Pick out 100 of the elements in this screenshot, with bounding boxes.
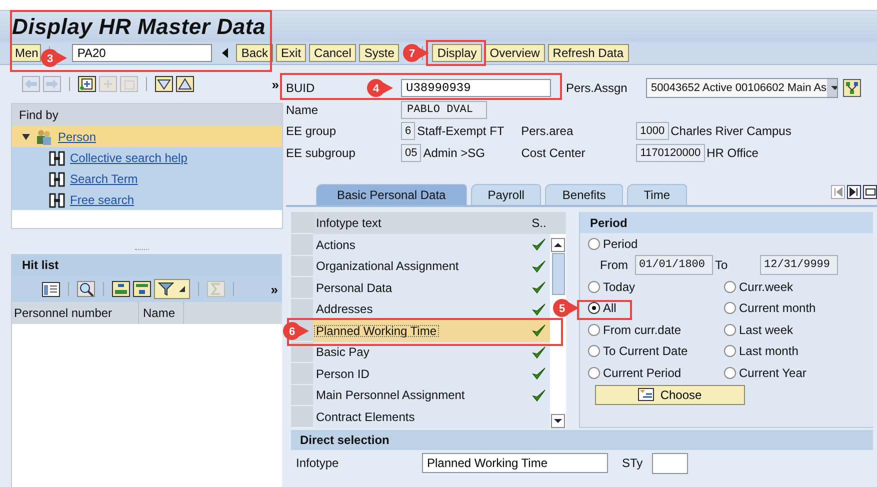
table-row[interactable]: Organizational Assignment	[291, 256, 550, 277]
org-structure-icon[interactable]	[843, 79, 861, 97]
scroll-down-icon[interactable]	[551, 414, 565, 428]
highlight-frame	[426, 40, 486, 66]
tab-list-icon[interactable]	[863, 185, 877, 199]
tree-item[interactable]: Person	[12, 126, 282, 147]
radio-label[interactable]: To Current Date	[603, 344, 688, 358]
field-label: Cost Center	[521, 146, 586, 160]
radio-label[interactable]: All	[603, 301, 616, 316]
date-field[interactable]: 01/01/1800	[635, 255, 713, 276]
last-tab-icon[interactable]	[847, 185, 861, 199]
toolbar-button[interactable]: Cancel	[309, 44, 356, 62]
sort-descending-icon[interactable]	[133, 281, 151, 297]
table-row[interactable]: Basic Pay	[291, 342, 550, 363]
toolbar-button[interactable]: Exit	[276, 44, 306, 62]
tree-item[interactable]: Free search	[12, 189, 282, 210]
radio-button[interactable]	[724, 324, 736, 336]
forward-arrow-icon[interactable]	[43, 76, 61, 92]
collapse-up-icon[interactable]	[176, 76, 194, 92]
toolbar-button[interactable]: Overview	[484, 44, 545, 62]
command-field[interactable]: PA20	[72, 44, 212, 62]
subtype-field[interactable]	[652, 452, 688, 474]
more-chevron[interactable]: »	[272, 76, 279, 92]
date-field[interactable]: 12/31/9999	[760, 255, 838, 276]
callout-marker: 6	[282, 321, 310, 341]
table-row[interactable]: Personal Data	[291, 277, 550, 298]
search-icon[interactable]	[77, 281, 95, 297]
tree-link[interactable]: Collective search help	[70, 150, 188, 164]
panel-title: Period	[590, 216, 628, 230]
callout-marker: 7	[402, 43, 430, 63]
window-title: Display HR Master Data	[12, 14, 266, 40]
column-header[interactable]: S..	[528, 216, 550, 230]
radio-button[interactable]	[588, 238, 600, 250]
field-label: Name	[286, 103, 320, 117]
more-chevron[interactable]: »	[270, 282, 278, 296]
back-arrow-icon[interactable]	[22, 76, 40, 92]
tab[interactable]: Time	[626, 184, 688, 205]
radio-button[interactable]	[588, 324, 600, 336]
buid-field[interactable]: U38990939	[401, 79, 551, 97]
assignment-dropdown[interactable]: 50043652 Active 00106602 Main As	[646, 78, 838, 98]
choose-button[interactable]: Choose	[595, 384, 745, 404]
radio-label[interactable]: From curr.date	[603, 322, 682, 337]
expand-down-icon[interactable]	[155, 76, 173, 92]
scroll-up-icon[interactable]	[551, 238, 565, 252]
callout-marker: 5	[552, 298, 580, 318]
radio-button[interactable]	[588, 345, 600, 358]
table-cell-text: Actions	[315, 238, 356, 252]
tree-item[interactable]: Collective search help	[12, 147, 282, 168]
radio-button[interactable]	[588, 366, 600, 379]
people-icon	[35, 128, 53, 144]
radio-label[interactable]: Current month	[739, 301, 816, 316]
tree-link[interactable]: Search Term	[70, 172, 138, 186]
callout-marker: 3	[40, 48, 68, 68]
radio-label[interactable]: Period	[603, 236, 638, 251]
field-value: Staff-Exempt FT	[417, 124, 506, 138]
tree-link[interactable]: Free search	[70, 192, 134, 206]
sort-ascending-icon[interactable]	[112, 281, 130, 297]
toolbar-button[interactable]: Back	[236, 44, 274, 62]
table-cell-text: Person ID	[315, 366, 370, 381]
binoculars-icon	[49, 150, 65, 166]
radio-button[interactable]	[724, 302, 736, 314]
new-document-icon[interactable]	[78, 76, 96, 92]
infotype-field[interactable]: Planned Working Time	[422, 453, 608, 473]
scroll-thumb[interactable]	[552, 253, 564, 295]
tab[interactable]: Basic Personal Data	[316, 184, 467, 205]
table-cell-text: Contract Elements	[315, 410, 416, 424]
radio-label[interactable]: Current Period	[603, 366, 682, 380]
filter-dropdown-button[interactable]	[154, 279, 190, 299]
radio-label[interactable]: Last week	[739, 322, 794, 337]
radio-button[interactable]	[588, 302, 600, 314]
radio-label[interactable]: Current Year	[739, 366, 806, 380]
highlight-frame	[577, 300, 632, 320]
radio-label[interactable]: Today	[603, 280, 636, 294]
scrollbar[interactable]	[550, 234, 566, 428]
field-value: HR Office	[706, 146, 758, 160]
radio-button[interactable]	[724, 345, 736, 358]
menu-button[interactable]: Men	[10, 44, 42, 62]
radio-label[interactable]: Curr.week	[739, 280, 794, 294]
collapse-triangle-icon[interactable]	[221, 47, 230, 59]
radio-button[interactable]	[724, 280, 736, 293]
field-label: Pers.Assgn	[566, 81, 628, 95]
tab[interactable]: Benefits	[545, 184, 623, 205]
toolbar-button[interactable]: Refresh Data	[548, 44, 628, 62]
field-label: STy	[622, 456, 644, 470]
expand-caret-icon[interactable]	[22, 132, 30, 140]
toolbar-button[interactable]: Syste	[359, 44, 400, 62]
radio-label[interactable]: Last month	[739, 344, 798, 358]
table-row[interactable]: Person ID	[291, 363, 550, 384]
column-header[interactable]: Infotype text	[313, 216, 528, 230]
toolbar-button[interactable]: Display	[432, 44, 482, 62]
table-row[interactable]: Actions	[291, 234, 550, 256]
tree-item[interactable]: Search Term	[12, 168, 282, 189]
table-row[interactable]: Main Personnel Assignment	[291, 384, 550, 406]
tree-link[interactable]: Person	[58, 130, 96, 144]
tab[interactable]: Payroll	[470, 184, 542, 205]
details-icon[interactable]	[42, 282, 60, 296]
radio-button[interactable]	[588, 280, 600, 293]
code-field: 05	[401, 144, 422, 162]
radio-button[interactable]	[724, 366, 736, 379]
table-row[interactable]: Contract Elements	[291, 406, 550, 428]
